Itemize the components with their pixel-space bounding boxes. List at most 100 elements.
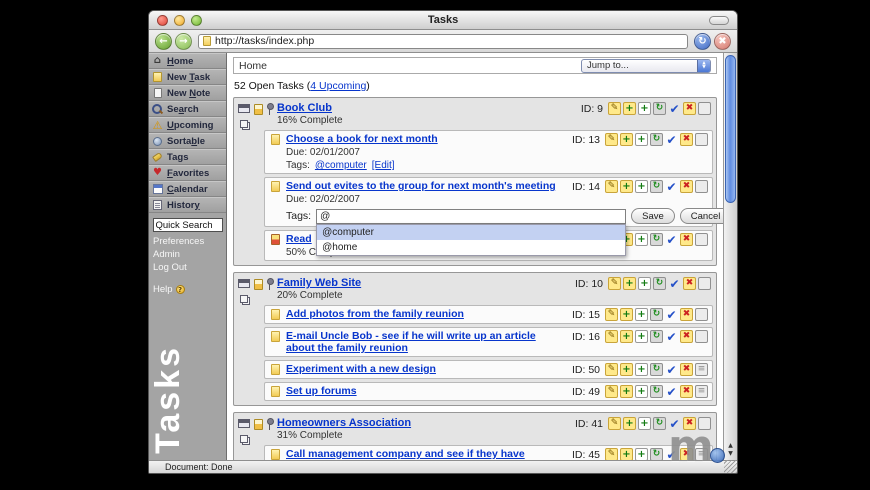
add-note-icon[interactable]: + xyxy=(635,133,648,146)
jump-to-select[interactable]: Jump to... ▲ ▼ xyxy=(581,58,711,73)
sidebar-item-sortable[interactable]: Sortable xyxy=(149,133,226,149)
add-task-icon[interactable]: + xyxy=(620,180,633,193)
tag-edit-link[interactable]: [Edit] xyxy=(372,160,395,171)
sidebar-item-favorites[interactable]: ♥ Favorites xyxy=(149,165,226,181)
add-note-icon[interactable]: + xyxy=(635,448,648,460)
task-title-link[interactable]: Call management company and see if they … xyxy=(286,448,566,460)
archive-icon[interactable]: ↻ xyxy=(650,363,663,376)
complete-icon[interactable]: ✔ xyxy=(665,385,678,398)
forward-button[interactable]: → xyxy=(175,32,192,50)
task-title-link[interactable]: Choose a book for next month xyxy=(286,133,438,145)
vertical-scrollbar[interactable]: ▲ ▼ xyxy=(723,53,737,460)
complete-icon[interactable]: ✔ xyxy=(665,330,678,343)
complete-icon[interactable]: ✔ xyxy=(665,180,678,193)
collapse-group-icon[interactable] xyxy=(237,104,250,113)
delete-icon[interactable]: ✖ xyxy=(683,102,696,115)
archive-icon[interactable]: ↻ xyxy=(650,448,663,460)
sidebar-link-admin[interactable]: Admin xyxy=(149,248,226,261)
sidebar-link-help[interactable]: Help ? xyxy=(149,283,226,296)
add-task-icon[interactable]: + xyxy=(623,102,636,115)
collapse-group-icon[interactable] xyxy=(237,279,250,288)
scroll-up-icon[interactable]: ▲ xyxy=(728,443,733,449)
edit-icon[interactable]: ✎ xyxy=(605,180,618,193)
archive-icon[interactable]: ↻ xyxy=(650,233,663,246)
add-task-icon[interactable]: + xyxy=(623,277,636,290)
delete-icon[interactable]: ✖ xyxy=(680,385,693,398)
sidebar-item-calendar[interactable]: Calendar xyxy=(149,181,226,197)
notes-box-icon[interactable] xyxy=(698,277,711,290)
url-field[interactable]: http://tasks/index.php xyxy=(198,33,688,49)
notes-box-icon[interactable] xyxy=(695,330,708,343)
group-title-link[interactable]: Family Web Site xyxy=(277,277,361,289)
scrollbar-thumb[interactable] xyxy=(725,55,736,203)
add-task-icon[interactable]: + xyxy=(623,417,636,430)
group-title-link[interactable]: Book Club xyxy=(277,102,343,114)
notes-box-icon[interactable] xyxy=(695,233,708,246)
cancel-button[interactable]: Cancel xyxy=(679,208,723,224)
archive-icon[interactable]: ↻ xyxy=(650,133,663,146)
autocomplete-option[interactable]: @computer xyxy=(317,224,626,240)
add-note-icon[interactable]: + xyxy=(635,308,648,321)
add-task-icon[interactable]: + xyxy=(620,448,633,460)
notes-box-icon[interactable] xyxy=(695,180,708,193)
scroll-down-icon[interactable]: ▼ xyxy=(728,451,733,457)
notes-box-icon[interactable] xyxy=(695,363,708,376)
complete-icon[interactable]: ✔ xyxy=(665,308,678,321)
complete-icon[interactable]: ✔ xyxy=(668,277,681,290)
edit-icon[interactable]: ✎ xyxy=(605,308,618,321)
quick-search-input[interactable] xyxy=(152,218,223,232)
task-title-link[interactable]: Add photos from the family reunion xyxy=(286,308,464,320)
copy-group-icon[interactable] xyxy=(239,295,248,303)
delete-icon[interactable]: ✖ xyxy=(680,363,693,376)
notes-box-icon[interactable] xyxy=(695,308,708,321)
add-task-icon[interactable]: + xyxy=(620,385,633,398)
add-note-icon[interactable]: + xyxy=(635,363,648,376)
notes-box-icon[interactable] xyxy=(695,133,708,146)
copy-group-icon[interactable] xyxy=(239,435,248,443)
task-title-link[interactable]: Set up forums xyxy=(286,385,357,397)
edit-icon[interactable]: ✎ xyxy=(605,385,618,398)
archive-icon[interactable]: ↻ xyxy=(650,385,663,398)
delete-icon[interactable]: ✖ xyxy=(680,133,693,146)
sidebar-item-upcoming[interactable]: ⚠ Upcoming xyxy=(149,117,226,133)
add-note-icon[interactable]: + xyxy=(638,417,651,430)
autocomplete-option[interactable]: @home xyxy=(317,240,625,255)
delete-icon[interactable]: ✖ xyxy=(680,308,693,321)
add-note-icon[interactable]: + xyxy=(635,385,648,398)
edit-icon[interactable]: ✎ xyxy=(605,363,618,376)
tags-input[interactable] xyxy=(316,208,627,224)
delete-icon[interactable]: ✖ xyxy=(680,180,693,193)
pin-icon[interactable] xyxy=(266,278,274,290)
complete-icon[interactable]: ✔ xyxy=(665,133,678,146)
add-note-icon[interactable]: + xyxy=(635,330,648,343)
delete-icon[interactable]: ✖ xyxy=(680,233,693,246)
sidebar-item-search[interactable]: Search xyxy=(149,101,226,117)
delete-icon[interactable]: ✖ xyxy=(680,330,693,343)
archive-icon[interactable]: ↻ xyxy=(653,102,666,115)
edit-icon[interactable]: ✎ xyxy=(608,102,621,115)
stop-button[interactable]: ✖ xyxy=(714,32,731,50)
title-bar[interactable]: Tasks xyxy=(149,11,737,30)
resize-grip-icon[interactable] xyxy=(724,460,737,473)
add-note-icon[interactable]: + xyxy=(638,277,651,290)
edit-icon[interactable]: ✎ xyxy=(608,417,621,430)
add-note-icon[interactable]: + xyxy=(635,180,648,193)
task-title-link[interactable]: Experiment with a new design xyxy=(286,363,436,375)
toolbar-pill-button[interactable] xyxy=(709,16,729,25)
upcoming-link[interactable]: 4 Upcoming xyxy=(310,80,366,92)
tag-link[interactable]: @computer xyxy=(315,160,367,171)
archive-icon[interactable]: ↻ xyxy=(653,417,666,430)
add-task-icon[interactable]: + xyxy=(620,308,633,321)
add-note-icon[interactable]: + xyxy=(638,102,651,115)
save-button[interactable]: Save xyxy=(631,208,675,224)
group-title-link[interactable]: Homeowners Association xyxy=(277,417,411,429)
pin-icon[interactable] xyxy=(266,103,274,115)
edit-icon[interactable]: ✎ xyxy=(608,277,621,290)
reload-button[interactable]: ↻ xyxy=(694,32,711,50)
archive-icon[interactable]: ↻ xyxy=(650,308,663,321)
complete-icon[interactable]: ✔ xyxy=(665,363,678,376)
task-title-link[interactable]: E-mail Uncle Bob - see if he will write … xyxy=(286,330,566,354)
sidebar-item-history[interactable]: History xyxy=(149,197,226,213)
sidebar-item-new-note[interactable]: New Note xyxy=(149,85,226,101)
task-title-link[interactable]: Read xyxy=(286,233,312,245)
